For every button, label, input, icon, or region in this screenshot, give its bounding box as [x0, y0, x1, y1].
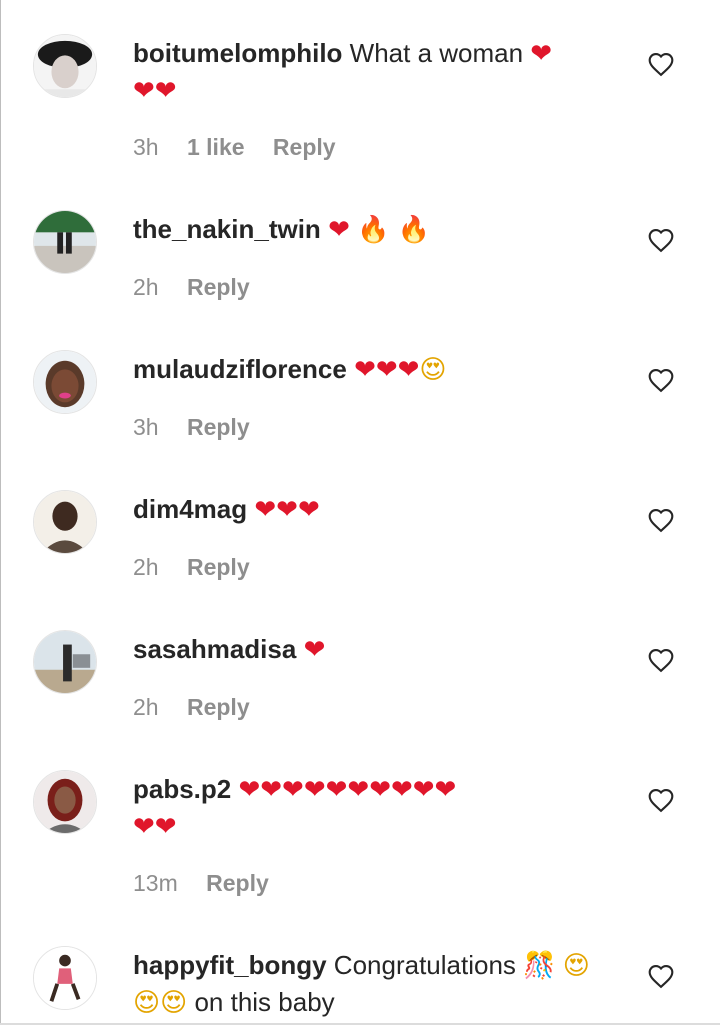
avatar[interactable]	[33, 490, 97, 554]
comment-text-continued: on this baby	[194, 987, 335, 1017]
comment-body: sasahmadisa ❤	[133, 630, 623, 668]
heart-eyes-emoji: 😍	[419, 355, 447, 385]
heart-emoji: ❤	[328, 215, 350, 245]
heart-outline-icon[interactable]	[647, 507, 675, 533]
heart-outline-icon[interactable]	[647, 787, 675, 813]
comment-meta: 13m Reply	[133, 870, 291, 897]
timestamp: 3h	[133, 414, 159, 440]
comment-meta: 2h Reply	[133, 274, 272, 301]
heart-eyes-emoji: 😍😍	[133, 988, 188, 1018]
heart-emoji: ❤	[530, 39, 553, 69]
avatar[interactable]	[33, 34, 97, 98]
heart-emoji: ❤❤❤	[254, 495, 320, 525]
party-popper-emoji: 🎊	[523, 951, 556, 981]
comment-meta: 2h Reply	[133, 554, 272, 581]
comment-body: pabs.p2 ❤❤❤❤❤❤❤❤❤❤ ❤❤	[133, 770, 623, 845]
avatar[interactable]	[33, 630, 97, 694]
heart-emoji: ❤❤❤❤❤❤❤❤❤❤	[238, 775, 457, 805]
username[interactable]: dim4mag	[133, 494, 247, 524]
timestamp: 2h	[133, 694, 159, 720]
comment-text: What a woman	[349, 38, 524, 68]
heart-outline-icon[interactable]	[647, 227, 675, 253]
reply-button[interactable]: Reply	[187, 694, 250, 720]
heart-eyes-emoji: 😍	[562, 951, 590, 981]
comment-body: boitumelomphilo What a woman ❤ ❤❤	[133, 34, 623, 109]
fire-emoji: 🔥 🔥	[357, 215, 431, 245]
heart-emoji: ❤❤	[133, 812, 177, 842]
avatar[interactable]	[33, 770, 97, 834]
reply-button[interactable]: Reply	[187, 274, 250, 300]
comment-body: the_nakin_twin ❤ 🔥 🔥	[133, 210, 623, 248]
reply-button[interactable]: Reply	[273, 134, 336, 160]
left-border	[0, 0, 1, 1025]
username[interactable]: boitumelomphilo	[133, 38, 342, 68]
avatar[interactable]	[33, 350, 97, 414]
heart-outline-icon[interactable]	[647, 51, 675, 77]
heart-emoji: ❤❤❤	[354, 355, 420, 385]
comment-meta: 3h 1 like Reply	[133, 134, 358, 161]
timestamp: 2h	[133, 274, 159, 300]
username[interactable]: sasahmadisa	[133, 634, 296, 664]
comment-meta: 3h Reply	[133, 414, 272, 441]
avatar[interactable]	[33, 946, 97, 1010]
timestamp: 2h	[133, 554, 159, 580]
likes-count[interactable]: 1 like	[187, 134, 245, 160]
username[interactable]: the_nakin_twin	[133, 214, 321, 244]
heart-outline-icon[interactable]	[647, 647, 675, 673]
reply-button[interactable]: Reply	[206, 870, 269, 896]
heart-emoji: ❤❤	[133, 76, 177, 106]
comment-text: Congratulations	[333, 950, 516, 980]
reply-button[interactable]: Reply	[187, 554, 250, 580]
username[interactable]: happyfit_bongy	[133, 950, 327, 980]
comment-body: happyfit_bongy Congratulations 🎊 😍 😍😍 on…	[133, 946, 623, 1021]
timestamp: 13m	[133, 870, 178, 896]
comment-body: mulaudziflorence ❤❤❤😍	[133, 350, 623, 388]
reply-button[interactable]: Reply	[187, 414, 250, 440]
avatar[interactable]	[33, 210, 97, 274]
timestamp: 3h	[133, 134, 159, 160]
comment-meta: 2h Reply	[133, 694, 272, 721]
heart-outline-icon[interactable]	[647, 367, 675, 393]
username[interactable]: mulaudziflorence	[133, 354, 347, 384]
username[interactable]: pabs.p2	[133, 774, 231, 804]
heart-emoji: ❤	[303, 635, 326, 665]
heart-outline-icon[interactable]	[647, 963, 675, 989]
comment-body: dim4mag ❤❤❤	[133, 490, 623, 528]
